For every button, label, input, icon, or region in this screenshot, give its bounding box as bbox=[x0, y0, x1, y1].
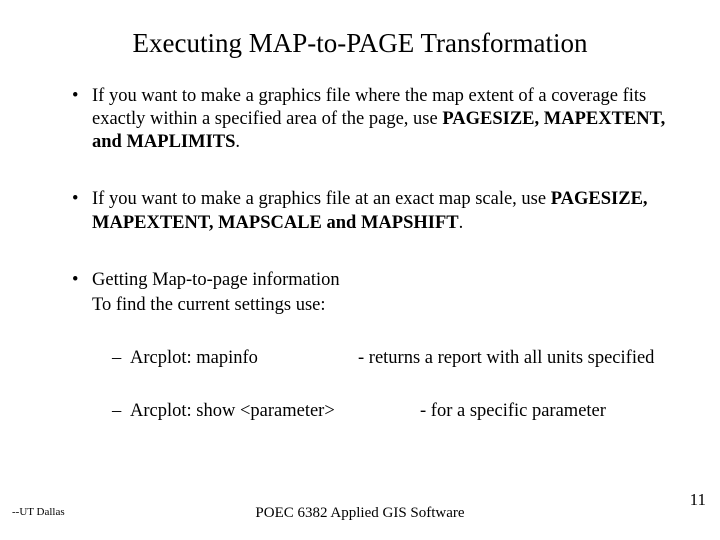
sub-2-left: Arcplot: show <parameter> bbox=[130, 400, 420, 423]
bullet-1: If you want to make a graphics file wher… bbox=[72, 85, 670, 154]
bullet-1-post: . bbox=[235, 132, 240, 152]
page-number: 11 bbox=[690, 490, 706, 510]
bullet-3-line2: To find the current settings use: bbox=[92, 294, 670, 317]
footer-center: POEC 6382 Applied GIS Software bbox=[255, 505, 464, 522]
bullet-2-post: . bbox=[459, 213, 464, 233]
bullet-2: If you want to make a graphics file at a… bbox=[72, 188, 670, 234]
bullet-3-line1: Getting Map-to-page information bbox=[92, 270, 340, 290]
footer-left: --UT Dallas bbox=[12, 506, 65, 518]
sub-item-2: Arcplot: show <parameter> - for a specif… bbox=[112, 400, 670, 423]
sub-1-left: Arcplot: mapinfo bbox=[130, 347, 358, 370]
bullet-2-pre: If you want to make a graphics file at a… bbox=[92, 189, 551, 209]
sub-list: Arcplot: mapinfo - returns a report with… bbox=[92, 347, 670, 423]
sub-item-1: Arcplot: mapinfo - returns a report with… bbox=[112, 347, 670, 370]
slide-title: Executing MAP-to-PAGE Transformation bbox=[70, 28, 650, 59]
bullet-3: Getting Map-to-page information To find … bbox=[72, 269, 670, 424]
footer: --UT Dallas POEC 6382 Applied GIS Softwa… bbox=[0, 502, 720, 522]
sub-2-right: - for a specific parameter bbox=[420, 400, 606, 423]
sub-1-right: - returns a report with all units specif… bbox=[358, 347, 654, 370]
bullet-list: If you want to make a graphics file wher… bbox=[50, 85, 670, 423]
